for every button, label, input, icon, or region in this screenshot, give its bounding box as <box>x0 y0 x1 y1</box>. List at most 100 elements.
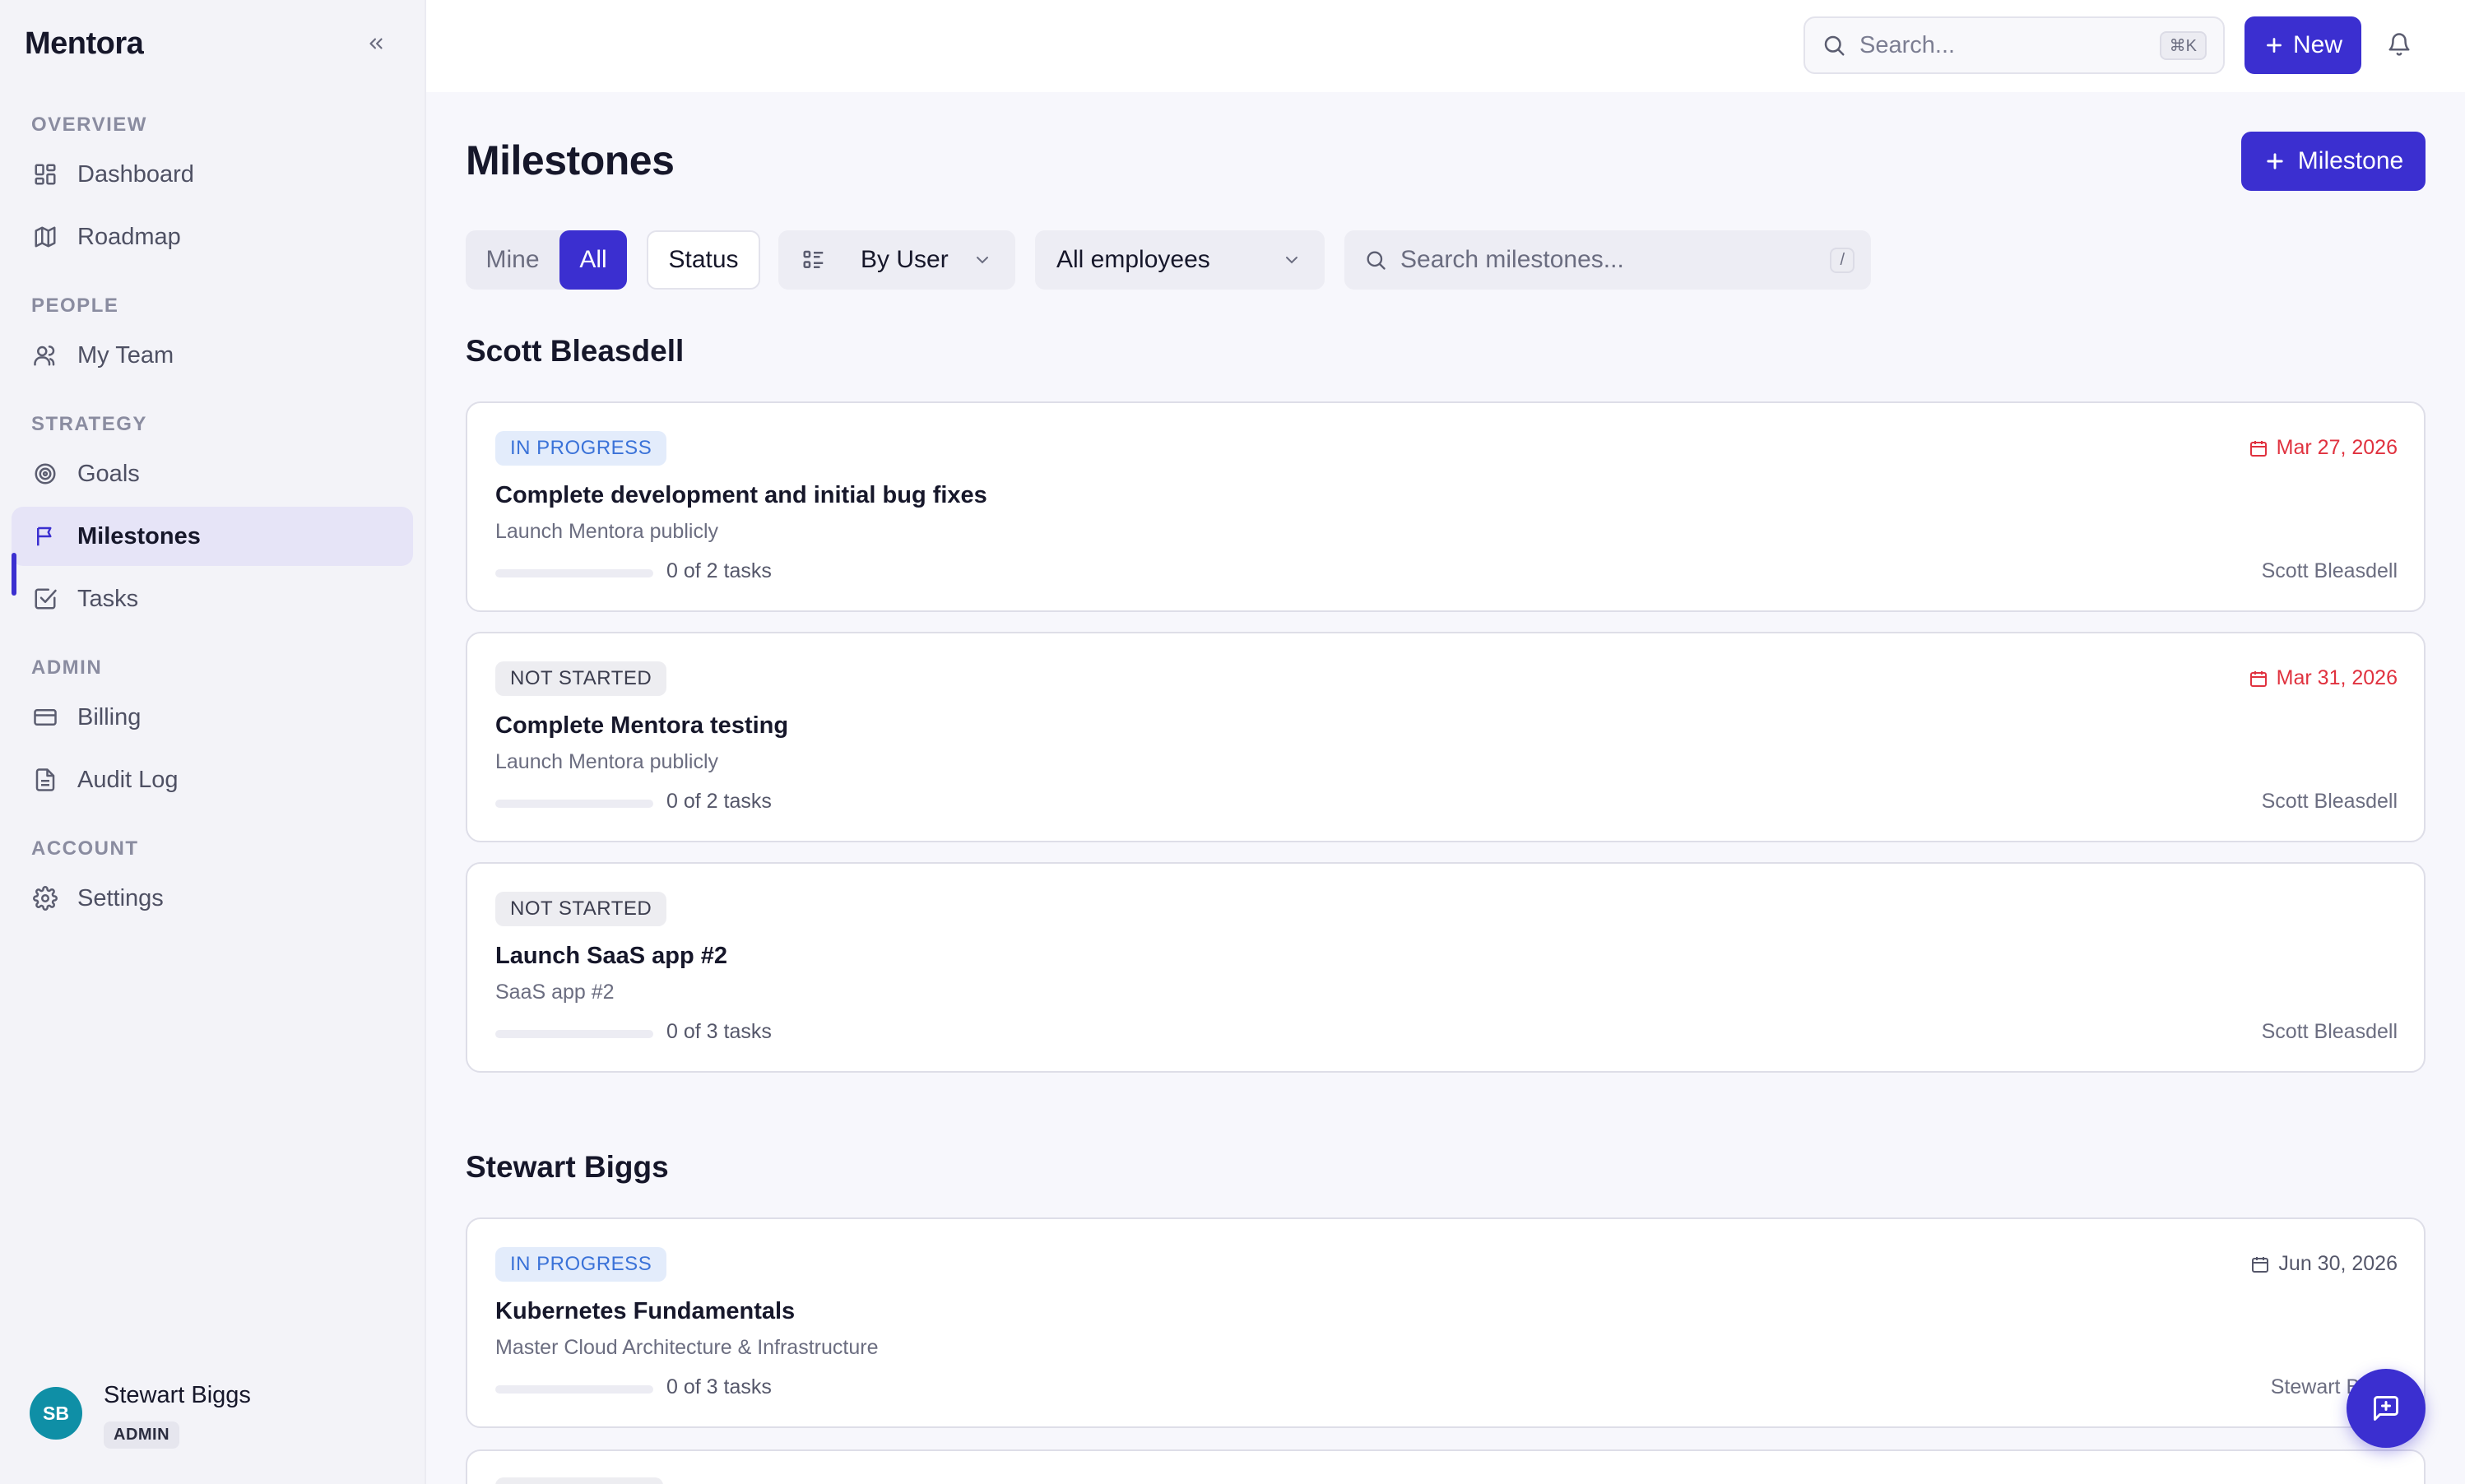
status-filter-button[interactable]: Status <box>647 230 760 290</box>
milestone-goal: Launch Mentora publicly <box>495 750 718 773</box>
sidebar-item-settings[interactable]: Settings <box>12 869 413 928</box>
status-badge: IN PROGRESS <box>495 1247 667 1282</box>
calendar-icon <box>2249 670 2267 687</box>
add-milestone-button[interactable]: Milestone <box>2241 132 2426 191</box>
sidebar: Mentora OVERVIEW Dashboard Roadmap PEOPL… <box>0 0 426 1484</box>
section-label-admin: ADMIN <box>31 656 103 679</box>
status-badge: NOT STARTED <box>495 892 667 926</box>
employee-value: All employees <box>1056 246 1210 273</box>
sidebar-item-tasks[interactable]: Tasks <box>12 569 413 628</box>
page-title: Milestones <box>466 137 675 183</box>
sidebar-item-label: My Team <box>77 341 174 369</box>
section-label-people: PEOPLE <box>31 294 119 317</box>
message-plus-icon <box>2374 1396 2398 1421</box>
milestone-card[interactable]: NOT STARTED Launch SaaS app #2 SaaS app … <box>466 862 2426 1073</box>
search-icon <box>1367 251 1386 270</box>
milestone-title: Kubernetes Fundamentals <box>495 1298 796 1324</box>
map-icon <box>31 223 59 251</box>
milestone-card[interactable] <box>466 1449 2426 1484</box>
milestone-search-shortcut: / <box>1830 247 1855 273</box>
notifications-button[interactable] <box>2383 28 2416 61</box>
due-date: Mar 31, 2026 <box>2249 666 2398 690</box>
collapse-sidebar-button[interactable] <box>362 30 390 58</box>
search-icon <box>1824 35 1845 56</box>
task-count: 0 of 3 tasks <box>666 1375 772 1398</box>
sidebar-item-label: Roadmap <box>77 223 181 250</box>
sidebar-item-label: Goals <box>77 460 140 487</box>
progress-bar <box>495 1385 653 1394</box>
sidebar-item-label: Dashboard <box>77 160 194 188</box>
search-placeholder: Search... <box>1859 31 1956 58</box>
sidebar-item-dashboard[interactable]: Dashboard <box>12 145 413 204</box>
user-name: Stewart Biggs <box>104 1382 251 1408</box>
due-date: Jun 30, 2026 <box>2250 1252 2398 1276</box>
calendar-icon <box>2252 1256 2269 1273</box>
sidebar-item-billing[interactable]: Billing <box>12 688 413 747</box>
scope-option-mine[interactable]: Mine <box>466 230 559 290</box>
group-by-select[interactable]: By User <box>778 230 1015 290</box>
due-date: Mar 27, 2026 <box>2249 436 2398 460</box>
milestone-search-input[interactable]: Search milestones... / <box>1344 230 1871 290</box>
task-count: 0 of 3 tasks <box>666 1020 772 1043</box>
milestone-card[interactable]: IN PROGRESS Jun 30, 2026 Kubernetes Fund… <box>466 1217 2426 1428</box>
group-title: Stewart Biggs <box>466 1150 669 1184</box>
bell-icon <box>2388 33 2410 56</box>
scope-option-all[interactable]: All <box>559 230 627 290</box>
search-shortcut: ⌘K <box>2159 30 2207 60</box>
list-group-icon <box>803 250 824 268</box>
milestone-owner: Scott Bleasdell <box>2261 559 2398 582</box>
due-date-text: Jun 30, 2026 <box>2278 1252 2398 1275</box>
sidebar-item-audit-log[interactable]: Audit Log <box>12 750 413 809</box>
status-badge: IN PROGRESS <box>495 431 667 466</box>
milestone-card[interactable]: IN PROGRESS Mar 27, 2026 Complete develo… <box>466 401 2426 612</box>
sidebar-item-label: Settings <box>77 884 164 911</box>
feedback-chat-button[interactable] <box>2347 1369 2426 1448</box>
milestone-goal: SaaS app #2 <box>495 981 615 1004</box>
task-count: 0 of 2 tasks <box>666 559 772 582</box>
credit-card-icon <box>31 703 59 731</box>
milestone-search-placeholder: Search milestones... <box>1400 246 1624 273</box>
app-logo: Mentora <box>25 26 144 61</box>
sidebar-item-label: Milestones <box>77 522 201 550</box>
group-by-value: By User <box>861 246 949 273</box>
section-label-strategy: STRATEGY <box>31 413 147 435</box>
status-badge: NOT STARTED <box>495 661 667 696</box>
milestone-goal: Master Cloud Architecture & Infrastructu… <box>495 1336 879 1359</box>
new-button[interactable]: New <box>2244 16 2361 74</box>
task-count: 0 of 2 tasks <box>666 790 772 813</box>
user-role-badge: ADMIN <box>104 1421 180 1449</box>
chevrons-left-icon <box>369 38 383 49</box>
due-date-text: Mar 31, 2026 <box>2276 666 2398 689</box>
milestone-owner: Scott Bleasdell <box>2261 1020 2398 1043</box>
sidebar-item-milestones[interactable]: Milestones <box>12 507 413 566</box>
document-icon <box>31 766 59 794</box>
milestone-title: Complete Mentora testing <box>495 712 789 739</box>
topbar: Search... ⌘K New <box>426 0 2465 92</box>
dashboard-icon <box>31 160 59 188</box>
add-milestone-label: Milestone <box>2297 147 2404 174</box>
calendar-icon <box>2249 440 2267 457</box>
gear-icon <box>31 884 59 912</box>
sidebar-item-my-team[interactable]: My Team <box>12 326 413 385</box>
plus-icon <box>2267 38 2282 53</box>
global-search-input[interactable]: Search... ⌘K <box>1803 16 2225 74</box>
flag-icon <box>31 522 59 550</box>
plus-icon <box>2267 153 2283 169</box>
sidebar-item-label: Billing <box>77 703 142 730</box>
sidebar-item-roadmap[interactable]: Roadmap <box>12 207 413 267</box>
milestone-card[interactable]: NOT STARTED Mar 31, 2026 Complete Mentor… <box>466 632 2426 842</box>
milestone-owner: Scott Bleasdell <box>2261 790 2398 813</box>
checkbox-icon <box>31 585 59 613</box>
chevron-down-icon <box>973 250 992 270</box>
progress-bar <box>495 1030 653 1038</box>
user-profile[interactable]: SB Stewart Biggs ADMIN <box>30 1382 251 1449</box>
section-label-overview: OVERVIEW <box>31 114 147 136</box>
employee-select[interactable]: All employees <box>1035 230 1325 290</box>
sidebar-item-label: Audit Log <box>77 766 179 793</box>
sidebar-item-goals[interactable]: Goals <box>12 444 413 503</box>
progress-bar <box>495 800 653 808</box>
users-icon <box>31 341 59 369</box>
new-button-label: New <box>2292 31 2342 58</box>
due-date-text: Mar 27, 2026 <box>2276 436 2398 459</box>
section-label-account: ACCOUNT <box>31 837 139 860</box>
